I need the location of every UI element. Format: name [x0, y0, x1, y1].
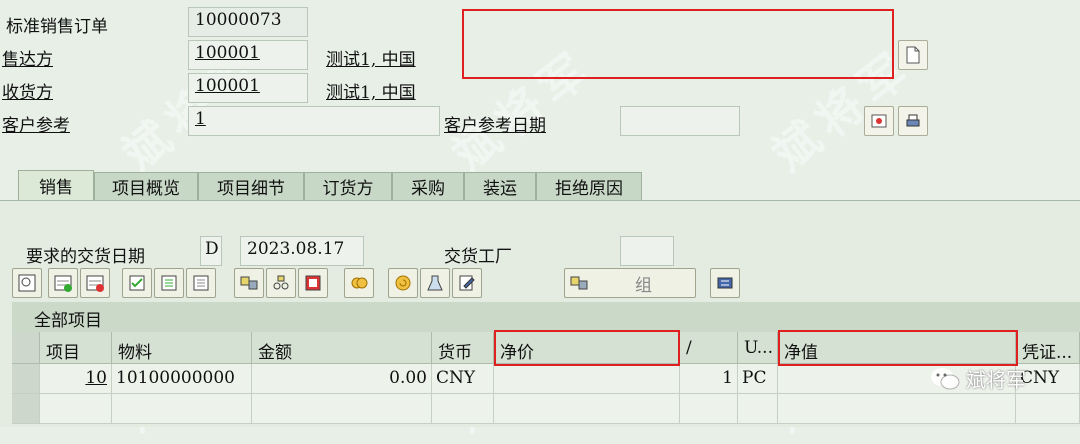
customer-reference-date-field[interactable]: [620, 106, 740, 136]
group-button-label: 组: [635, 275, 652, 296]
ship-to-description: 测试1, 中国: [326, 83, 416, 103]
column-header-per[interactable]: /: [680, 332, 738, 364]
cell-item[interactable]: 10: [40, 364, 112, 394]
tab-item-detail[interactable]: 项目细节: [198, 172, 304, 200]
deselect-all-icon[interactable]: [186, 268, 216, 298]
delivery-date-type-field[interactable]: D: [200, 236, 222, 266]
conditions-icon[interactable]: [298, 268, 328, 298]
row-selector[interactable]: [12, 394, 40, 424]
cell-net-price[interactable]: [494, 364, 680, 394]
cell-currency[interactable]: CNY: [432, 364, 494, 394]
sold-to-field[interactable]: 100001: [188, 40, 308, 70]
cell-material[interactable]: 10100000000: [112, 364, 252, 394]
empty-cell[interactable]: [432, 394, 494, 424]
empty-cell[interactable]: [112, 394, 252, 424]
column-header-doc-currency[interactable]: 凭证...: [1016, 332, 1080, 364]
delivering-plant-label: 交货工厂: [444, 247, 512, 267]
cell-unit[interactable]: PC: [738, 364, 778, 394]
ship-to-field[interactable]: 100001: [188, 73, 308, 103]
tab-strip: 销售 项目概览 项目细节 订货方 采购 装运 拒绝原因: [0, 170, 1080, 200]
empty-cell[interactable]: [1016, 394, 1080, 424]
insert-row-icon[interactable]: [48, 268, 78, 298]
empty-cell[interactable]: [494, 394, 680, 424]
order-type-label: 标准销售订单: [6, 17, 108, 37]
display-document-icon[interactable]: [864, 106, 894, 136]
tab-sales[interactable]: 销售: [18, 170, 94, 200]
tab-ordering-party[interactable]: 订货方: [304, 172, 392, 200]
sold-to-label[interactable]: 售达方: [2, 45, 53, 70]
cell-amount[interactable]: 0.00: [252, 364, 432, 394]
customer-reference-label: 客户参考: [2, 116, 70, 136]
print-icon[interactable]: [898, 106, 928, 136]
empty-cell[interactable]: [40, 394, 112, 424]
partner-icon[interactable]: [266, 268, 296, 298]
empty-cell[interactable]: [680, 394, 738, 424]
column-header-currency[interactable]: 货币: [432, 332, 494, 364]
column-header-unit[interactable]: U...: [738, 332, 778, 364]
column-header-material[interactable]: 物料: [112, 332, 252, 364]
sold-to-description: 测试1, 中国: [326, 50, 416, 70]
tab-procurement[interactable]: 采购: [392, 172, 464, 200]
delivering-plant-field[interactable]: [620, 236, 674, 266]
analysis-icon[interactable]: [420, 268, 450, 298]
column-header-amount[interactable]: 金额: [252, 332, 432, 364]
tab-item-overview[interactable]: 项目概览: [94, 172, 198, 200]
delete-row-icon[interactable]: [80, 268, 110, 298]
row-selector-header[interactable]: [12, 332, 40, 364]
wechat-icon: [931, 367, 960, 389]
row-selector[interactable]: [12, 364, 40, 394]
net-price-highlight-box: [494, 330, 680, 366]
group-button[interactable]: 组: [564, 268, 696, 298]
requested-delivery-date-label: 要求的交货日期: [26, 247, 145, 267]
document-icon[interactable]: [898, 40, 928, 70]
wechat-label: 斌将军: [966, 368, 1026, 392]
item-conditions-icon[interactable]: [344, 268, 374, 298]
details-icon[interactable]: [12, 268, 42, 298]
availability-icon[interactable]: [388, 268, 418, 298]
order-number-field[interactable]: 10000073: [188, 7, 308, 37]
tab-reason-for-rejection[interactable]: 拒绝原因: [536, 172, 642, 200]
edit-icon[interactable]: [452, 268, 482, 298]
column-header-item[interactable]: 项目: [40, 332, 112, 364]
all-items-header: 全部项目: [12, 302, 1080, 332]
customer-reference-field[interactable]: 1: [188, 106, 440, 136]
requested-delivery-date-field[interactable]: 2023.08.17: [240, 236, 364, 266]
settings-icon[interactable]: [710, 268, 740, 298]
wechat-watermark: 斌将军: [930, 364, 1026, 393]
ship-to-label[interactable]: 收货方: [2, 78, 53, 103]
tab-shipping[interactable]: 装运: [464, 172, 536, 200]
empty-cell[interactable]: [738, 394, 778, 424]
net-value-highlight-box: [778, 330, 1018, 366]
empty-cell[interactable]: [252, 394, 432, 424]
highlight-box: [462, 9, 894, 79]
empty-cell[interactable]: [778, 394, 1016, 424]
select-all-icon[interactable]: [122, 268, 152, 298]
select-block-icon[interactable]: [154, 268, 184, 298]
customer-reference-date-label: 客户参考日期: [444, 116, 546, 136]
cell-per[interactable]: 1: [680, 364, 738, 394]
configuration-icon[interactable]: [234, 268, 264, 298]
